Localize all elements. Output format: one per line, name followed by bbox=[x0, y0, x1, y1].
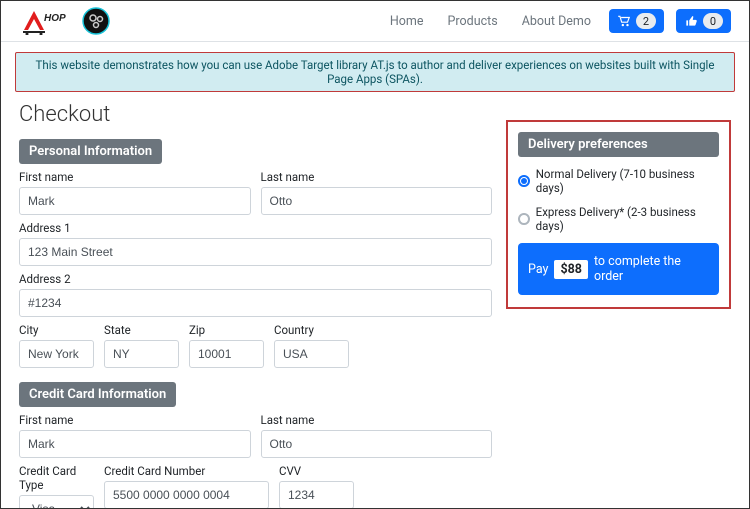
label-zip: Zip bbox=[189, 323, 264, 337]
label-cvv: CVV bbox=[279, 464, 354, 478]
country-field[interactable] bbox=[274, 340, 349, 368]
label-cc-first-name: First name bbox=[19, 413, 251, 427]
cart-button[interactable]: 2 bbox=[609, 9, 664, 33]
delivery-option-express-label: Express Delivery* (2-3 business days) bbox=[536, 205, 719, 233]
site-logo[interactable]: HOP bbox=[19, 7, 110, 35]
pay-button[interactable]: Pay $88 to complete the order bbox=[518, 243, 719, 295]
section-credit-card: Credit Card Information First name Last … bbox=[19, 382, 492, 509]
pay-amount: $88 bbox=[554, 260, 588, 279]
cvv-field[interactable] bbox=[279, 481, 354, 509]
delivery-option-normal[interactable]: Normal Delivery (7-10 business days) bbox=[518, 167, 719, 195]
label-first-name: First name bbox=[19, 170, 251, 184]
page-title: Checkout bbox=[19, 102, 492, 127]
label-city: City bbox=[19, 323, 94, 337]
label-cc-number: Credit Card Number bbox=[104, 464, 269, 478]
address2-field[interactable] bbox=[19, 289, 492, 317]
delivery-option-normal-label: Normal Delivery (7-10 business days) bbox=[536, 167, 719, 195]
section-header-delivery: Delivery preferences bbox=[518, 132, 719, 157]
nav-products[interactable]: Products bbox=[442, 10, 504, 33]
thumbs-up-icon bbox=[684, 15, 698, 27]
navbar: HOP Home Products About Demo 2 bbox=[1, 1, 749, 42]
label-address2: Address 2 bbox=[19, 272, 492, 286]
likes-count-badge: 0 bbox=[703, 13, 723, 29]
last-name-field[interactable] bbox=[261, 187, 493, 215]
label-address1: Address 1 bbox=[19, 221, 492, 235]
label-cc-type: Credit Card Type bbox=[19, 464, 94, 492]
address1-field[interactable] bbox=[19, 238, 492, 266]
zip-field[interactable] bbox=[189, 340, 264, 368]
cart-count-badge: 2 bbox=[636, 13, 656, 29]
logo-wordmark: HOP bbox=[19, 7, 79, 35]
state-field[interactable] bbox=[104, 340, 179, 368]
pay-suffix: to complete the order bbox=[594, 254, 709, 284]
cc-last-name-field[interactable] bbox=[261, 430, 493, 458]
radio-unchecked-icon bbox=[518, 213, 530, 225]
section-personal: Personal Information First name Last nam… bbox=[19, 139, 492, 368]
city-field[interactable] bbox=[19, 340, 94, 368]
section-header-personal: Personal Information bbox=[19, 139, 162, 164]
cc-number-field[interactable] bbox=[104, 481, 269, 509]
demo-notice: This website demonstrates how you can us… bbox=[15, 52, 735, 92]
label-last-name: Last name bbox=[261, 170, 493, 184]
cc-type-select[interactable]: Visa bbox=[19, 495, 94, 509]
spa-gears-icon bbox=[82, 7, 110, 35]
section-header-credit: Credit Card Information bbox=[19, 382, 176, 407]
nav-home[interactable]: Home bbox=[384, 10, 430, 33]
cart-icon bbox=[617, 15, 631, 27]
delivery-preferences-box: Delivery preferences Normal Delivery (7-… bbox=[506, 120, 731, 309]
likes-button[interactable]: 0 bbox=[676, 9, 731, 33]
radio-checked-icon bbox=[518, 175, 530, 187]
delivery-option-express[interactable]: Express Delivery* (2-3 business days) bbox=[518, 205, 719, 233]
svg-text:HOP: HOP bbox=[44, 13, 66, 24]
label-country: Country bbox=[274, 323, 349, 337]
pay-prefix: Pay bbox=[528, 262, 548, 277]
label-state: State bbox=[104, 323, 179, 337]
label-cc-last-name: Last name bbox=[261, 413, 493, 427]
cc-first-name-field[interactable] bbox=[19, 430, 251, 458]
first-name-field[interactable] bbox=[19, 187, 251, 215]
nav-about[interactable]: About Demo bbox=[516, 10, 597, 33]
